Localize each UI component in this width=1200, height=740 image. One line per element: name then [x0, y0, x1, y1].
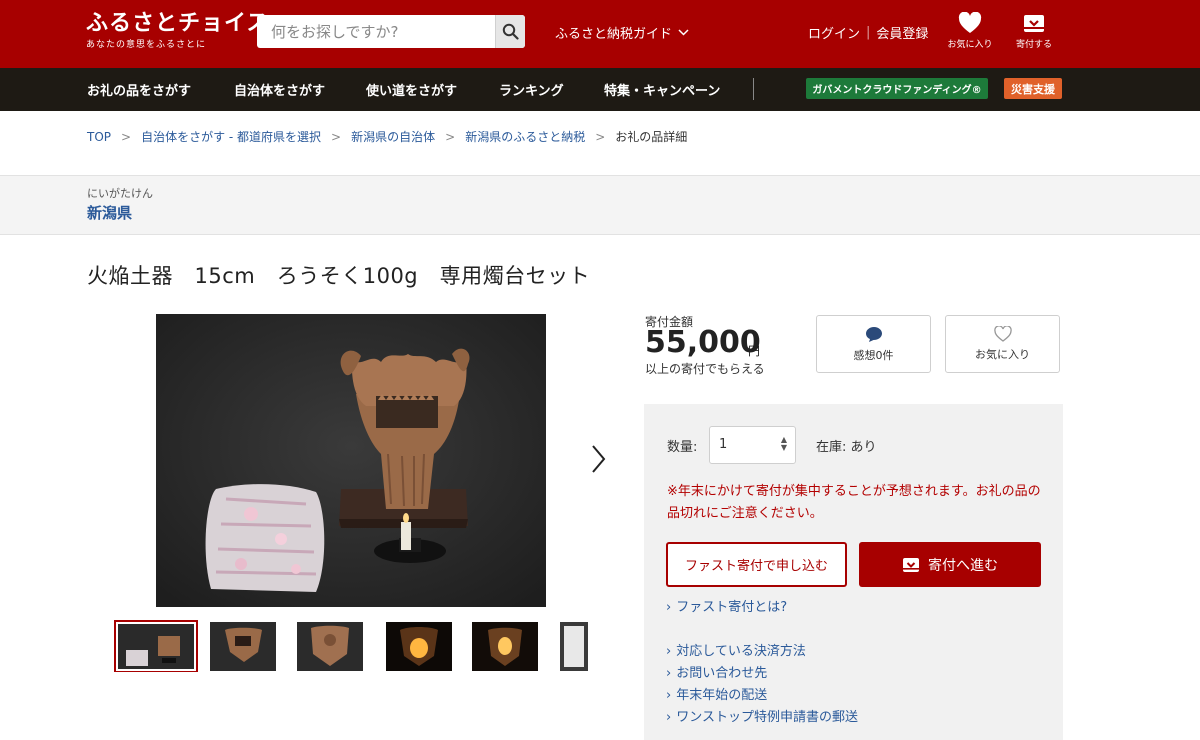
thumbnail-image — [472, 622, 538, 671]
breadcrumb-municipalities[interactable]: 新潟県の自治体 — [351, 128, 435, 145]
thumbnail-image — [560, 622, 588, 671]
reviews-label: 感想0件 — [853, 349, 894, 362]
link-year-end-delivery[interactable]: › 年末年始の配送 — [666, 684, 767, 703]
prefecture-band: にいがたけん 新潟県 — [0, 175, 1200, 235]
chevron-right-icon: › — [666, 666, 672, 681]
nav-item-municipalities[interactable]: 自治体をさがす — [234, 80, 325, 99]
link-label: ファスト寄付とは? — [676, 600, 788, 615]
link-label: ワンストップ特例申請書の郵送 — [676, 710, 858, 725]
next-image-button[interactable] — [588, 443, 608, 479]
nav-item-usage[interactable]: 使い道をさがす — [366, 80, 457, 99]
link-contact[interactable]: › お問い合わせ先 — [666, 662, 767, 681]
chevron-right-icon: › — [666, 600, 672, 615]
reviews-button[interactable]: 感想0件 — [816, 315, 931, 373]
donate-header-label: 寄付する — [1015, 40, 1052, 50]
favorites-button[interactable]: お気に入り — [945, 12, 995, 50]
quantity-label: 数量: — [667, 440, 698, 455]
link-fast-donate-info[interactable]: › ファスト寄付とは? — [666, 596, 787, 615]
chevron-down-icon — [678, 29, 689, 36]
nav-item-features[interactable]: 特集・キャンペーン — [604, 80, 720, 99]
favorites-label: お気に入り — [947, 40, 993, 50]
prefecture-name[interactable]: 新潟県 — [87, 202, 132, 223]
speech-bubble-icon — [865, 327, 882, 342]
gift-box-icon — [903, 558, 919, 572]
nav-divider — [753, 78, 754, 100]
disaster-badge[interactable]: 災害支援 — [1004, 78, 1062, 99]
stock-notice: ※年末にかけて寄付が集中することが予想されます。お礼の品の品切れにご注意ください… — [667, 484, 1041, 521]
heart-icon — [958, 12, 982, 33]
link-one-stop-form[interactable]: › ワンストップ特例申請書の郵送 — [666, 706, 858, 725]
heart-outline-icon — [993, 326, 1012, 342]
thumbnail-image — [386, 622, 452, 671]
guide-label: ふるさと納税ガイド — [555, 27, 673, 42]
logo-tagline: あなたの意思をふるさとに — [86, 40, 207, 50]
select-caret-icon: ▲ ▼ — [780, 435, 787, 452]
quantity-select[interactable]: 1 ▲ ▼ — [709, 426, 796, 464]
amount-note: 以上の寄付でもらえる — [645, 362, 765, 376]
fast-donate-button[interactable]: ファスト寄付で申し込む — [666, 542, 847, 587]
thumbnail-5[interactable] — [472, 622, 538, 671]
register-link[interactable]: 会員登録 — [876, 23, 928, 42]
search-icon — [502, 23, 519, 40]
product-photo — [156, 314, 546, 607]
chevron-right-icon: › — [666, 710, 672, 725]
link-label: 対応している決済方法 — [676, 644, 806, 659]
login-link[interactable]: ログイン — [808, 23, 860, 42]
breadcrumb: TOP > 自治体をさがす - 都道府県を選択 > 新潟県の自治体 > 新潟県の… — [87, 128, 687, 145]
donate-header-button[interactable]: 寄付する — [1009, 12, 1059, 50]
thumbnail-4[interactable] — [386, 622, 452, 671]
link-label: 年末年始の配送 — [676, 688, 768, 703]
product-main-image[interactable] — [156, 314, 546, 607]
donate-button-label: 寄付へ進む — [928, 557, 998, 574]
link-label: お問い合わせ先 — [676, 666, 768, 681]
breadcrumb-furusato[interactable]: 新潟県のふるさと納税 — [465, 128, 585, 145]
breadcrumb-current: お礼の品詳細 — [615, 130, 688, 144]
site-logo[interactable]: ふるさとチョイス あなたの意思をふるさとに — [86, 10, 269, 50]
favorite-label: お気に入り — [975, 348, 1030, 361]
fast-donate-label: ファスト寄付で申し込む — [684, 559, 828, 574]
prefecture-kana: にいがたけん — [87, 187, 153, 200]
breadcrumb-arrow: > — [121, 129, 132, 144]
favorite-button[interactable]: お気に入り — [945, 315, 1060, 373]
thumbnail-3[interactable] — [297, 622, 363, 671]
divider: | — [866, 25, 871, 40]
thumbnail-6[interactable] — [560, 622, 588, 671]
thumbnail-image — [210, 622, 276, 671]
amount-unit: 円 — [748, 344, 761, 358]
thumbnail-image — [118, 624, 194, 669]
guide-menu[interactable]: ふるさと納税ガイド — [555, 23, 689, 42]
breadcrumb-pref-select[interactable]: 自治体をさがす - 都道府県を選択 — [141, 128, 321, 145]
breadcrumb-top[interactable]: TOP — [87, 130, 111, 144]
thumbnail-2[interactable] — [210, 622, 276, 671]
logo-text: ふるさとチョイス — [86, 10, 270, 36]
breadcrumb-arrow: > — [595, 129, 606, 144]
product-title: 火焔土器 15cm ろうそく100g 専用燭台セット — [87, 264, 591, 288]
breadcrumb-arrow: > — [445, 129, 456, 144]
stock-status: 在庫: あり — [816, 440, 877, 455]
thumbnail-image — [297, 622, 363, 671]
thumbnail-1[interactable] — [114, 620, 198, 672]
order-panel: 数量: 1 ▲ ▼ 在庫: あり ※年末にかけて寄付が集中することが予想されます。… — [644, 404, 1063, 740]
gcf-badge[interactable]: ガバメントクラウドファンディング® — [806, 78, 988, 99]
donate-button[interactable]: 寄付へ進む — [859, 542, 1041, 587]
amount-value: 55,000 — [645, 325, 761, 360]
thumbnail-strip — [114, 620, 588, 672]
chevron-right-icon — [592, 445, 606, 473]
nav-item-products[interactable]: お礼の品をさがす — [87, 80, 191, 99]
account-links: ログイン | 会員登録 — [808, 23, 928, 42]
search-box — [257, 15, 525, 48]
nav-item-ranking[interactable]: ランキング — [499, 80, 564, 99]
search-input[interactable] — [257, 15, 493, 48]
chevron-right-icon: › — [666, 644, 672, 659]
link-payment-methods[interactable]: › 対応している決済方法 — [666, 640, 806, 659]
site-header: ふるさとチョイス あなたの意思をふるさとに ふるさと納税ガイド ログイン | 会… — [0, 0, 1200, 68]
quantity-value: 1 — [719, 437, 728, 452]
chevron-right-icon: › — [666, 688, 672, 703]
gift-box-icon — [1024, 15, 1044, 32]
breadcrumb-arrow: > — [331, 129, 342, 144]
search-button[interactable] — [495, 15, 525, 48]
